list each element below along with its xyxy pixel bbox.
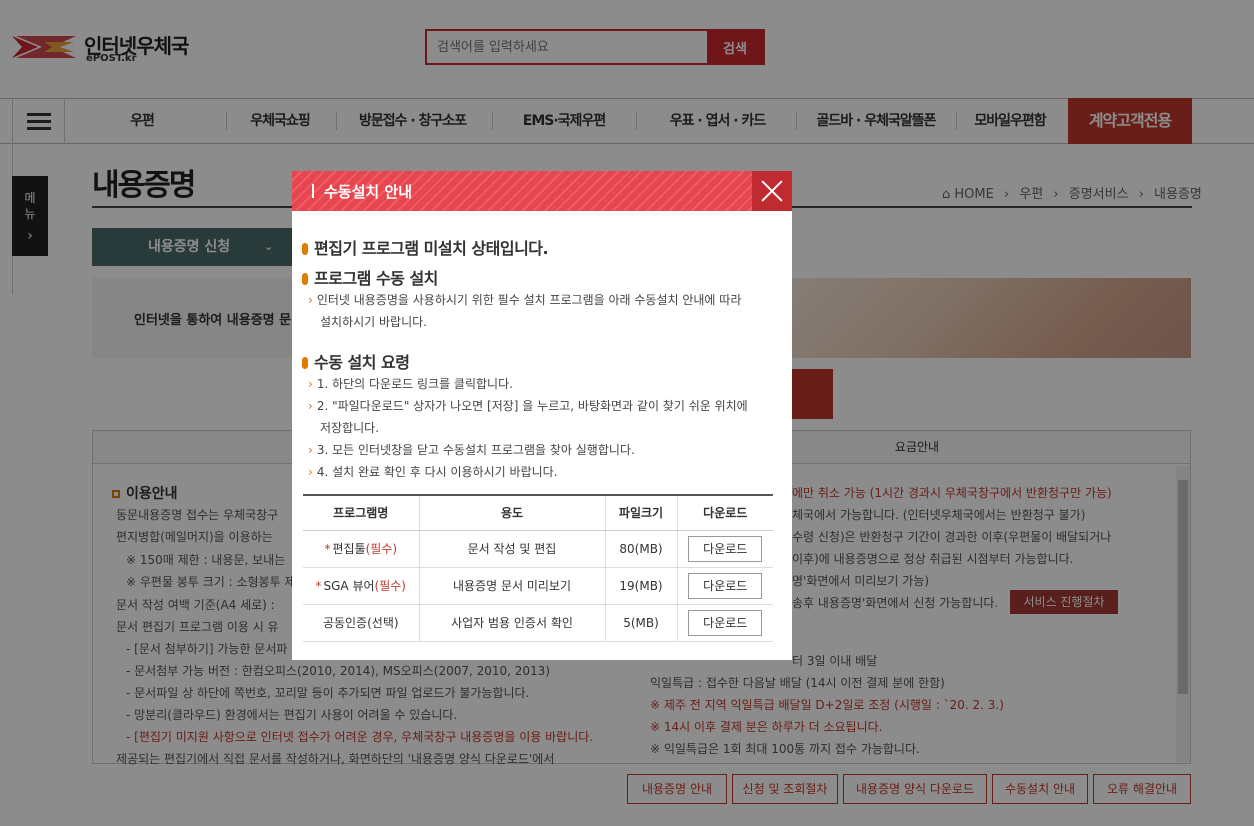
steps-heading: 수동 설치 요령	[302, 349, 410, 373]
program-purpose: 문서 작성 및 편집	[418, 530, 605, 568]
program-purpose: 내용증명 문서 미리보기	[418, 567, 605, 605]
program-name-text: 편집툴	[332, 542, 366, 556]
required-badge: (필수)	[374, 579, 406, 593]
install-desc-line: 설치하시기 바랍니다.	[320, 315, 427, 329]
download-button[interactable]: 다운로드	[688, 535, 763, 562]
program-name-text: SGA 뷰어	[323, 579, 375, 593]
download-button[interactable]: 다운로드	[688, 572, 763, 599]
download-button[interactable]: 다운로드	[688, 609, 763, 636]
close-icon[interactable]	[752, 171, 792, 211]
col-header-program: 프로그램명	[303, 494, 419, 531]
program-size: 19(MB)	[604, 567, 677, 605]
program-purpose: 사업자 범용 인증서 확인	[418, 604, 605, 642]
required-badge: (필수)	[365, 542, 398, 556]
col-header-size: 파일크기	[604, 494, 677, 531]
modal-header: 수동설치 안내	[292, 171, 792, 211]
step-item: 3. 모든 인터넷창을 닫고 수동설치 프로그램을 찾아 실행합니다.	[316, 443, 635, 457]
install-heading: 프로그램 수동 설치	[302, 265, 438, 289]
table-row: * 편집툴(필수) 문서 작성 및 편집 80(MB) 다운로드	[303, 530, 773, 568]
step-item: 4. 설치 완료 확인 후 다시 이용하시기 바랍니다.	[316, 465, 558, 479]
install-desc-line: 인터넷 내용증명을 사용하시기 위한 필수 설치 프로그램을 아래 수동설치 안…	[316, 293, 742, 307]
col-header-purpose: 용도	[418, 494, 605, 531]
program-name: * SGA 뷰어(필수)	[303, 567, 419, 605]
manual-install-modal: 수동설치 안내 편집기 프로그램 미설치 상태입니다. 프로그램 수동 설치 ›…	[292, 171, 792, 660]
modal-title: 수동설치 안내	[312, 181, 412, 202]
table-row: * SGA 뷰어(필수) 내용증명 문서 미리보기 19(MB) 다운로드	[303, 567, 773, 605]
steps-heading-text: 수동 설치 요령	[314, 353, 410, 372]
table-row: 공동인증(선택) 사업자 범용 인증서 확인 5(MB) 다운로드	[303, 604, 773, 642]
status-heading-text: 편집기 프로그램 미설치 상태입니다.	[314, 239, 549, 258]
step-item: 저장합니다.	[320, 421, 380, 435]
program-name: 공동인증(선택)	[303, 604, 419, 642]
install-heading-text: 프로그램 수동 설치	[314, 269, 438, 288]
col-header-download: 다운로드	[676, 494, 773, 531]
status-heading: 편집기 프로그램 미설치 상태입니다.	[302, 235, 549, 259]
step-item: 1. 하단의 다운로드 링크를 클릭합니다.	[316, 377, 513, 391]
program-size: 80(MB)	[604, 530, 677, 568]
step-item: 2. "파일다운로드" 상자가 나오면 [저장] 을 누르고, 바탕화면과 같이…	[316, 399, 748, 413]
program-size: 5(MB)	[604, 604, 677, 642]
steps-list: › 1. 하단의 다운로드 링크를 클릭합니다. › 2. "파일다운로드" 상자가…	[308, 377, 748, 479]
program-name: * 편집툴(필수)	[303, 530, 419, 568]
install-desc: › 인터넷 내용증명을 사용하시기 위한 필수 설치 프로그램을 아래 수동설치 …	[308, 289, 741, 333]
download-table: 프로그램명 용도 파일크기 다운로드 * 편집툴(필수) 문서 작성 및 편집 8…	[303, 494, 773, 642]
